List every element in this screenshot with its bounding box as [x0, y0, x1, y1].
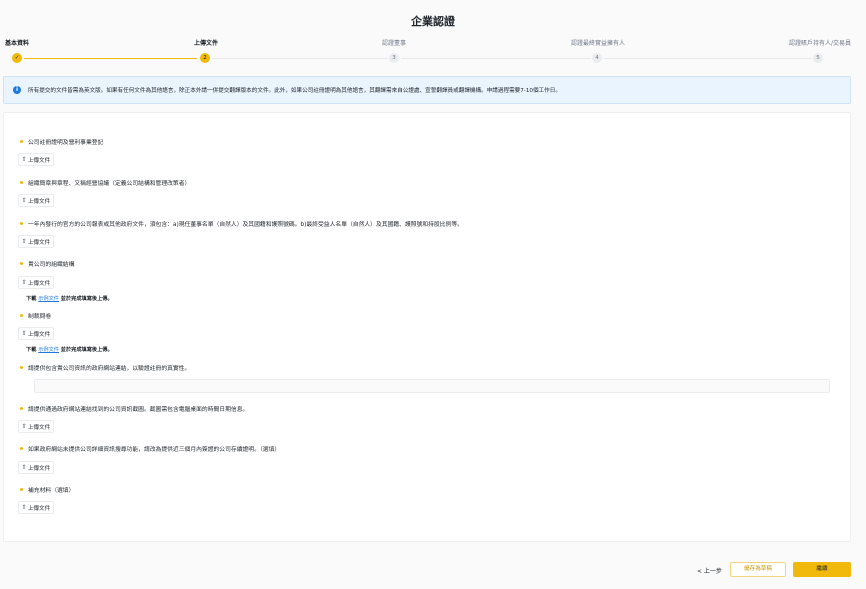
- field-label: 制裁問卷: [28, 314, 52, 320]
- field-label: 一年內發行的官方的公司報表或其他政府文件，須包含：a)現任董事名單（自然人）及其…: [28, 222, 463, 228]
- step-label-verify-ubo: 認證最終實益擁有人: [571, 40, 626, 47]
- field-label: 公司註冊證明及營利事業登記: [28, 140, 104, 146]
- save-draft-button[interactable]: 儲存為草稿: [730, 562, 786, 577]
- step-label-verify-account-holder: 認證賬戶持有人/交易員: [789, 40, 852, 47]
- upload-icon: ⇧: [21, 197, 27, 204]
- upload-button-org-structure[interactable]: ⇧ 上傳文件: [18, 276, 54, 289]
- step-label-basic-info: 基本資料: [5, 40, 30, 47]
- step-label-upload-docs: 上傳文件: [194, 40, 219, 47]
- step-2-marker: 2: [200, 53, 210, 63]
- step-4-marker: 4: [592, 53, 602, 63]
- step-connector-3: [401, 58, 591, 59]
- upload-icon: ⇧: [21, 238, 27, 245]
- upload-icon: ⇧: [21, 156, 27, 163]
- field-official-company-report: 一年內發行的官方的公司報表或其他政府文件，須包含：a)現任董事名單（自然人）及其…: [20, 219, 463, 228]
- field-supplementary-materials: 補充材料（選填）: [20, 485, 74, 494]
- field-org-structure: 貴公司的組織結構: [20, 259, 74, 268]
- upload-form-card: 公司註冊證明及營利事業登記 ⇧ 上傳文件 組織簡章與章程、又稱經營協議（定義公司結…: [3, 112, 851, 542]
- field-certificate-of-good-standing: 如果政府網站未提供公司詳細資訊搜尋功能，請改為提供近三個月內簽證的公司存續證明。…: [20, 444, 280, 453]
- progress-stepper: 基本資料 上傳文件 認證董事 認證最終實益擁有人 認證賬戶持有人/交易員 ✓ 2…: [0, 38, 866, 68]
- field-sanctions-questionnaire: 制裁問卷: [20, 311, 51, 320]
- upload-icon: ⇧: [21, 504, 27, 511]
- download-hint-org-structure: 下載 示例文件 並於完成填寫後上傳。: [26, 296, 113, 302]
- upload-icon: ⇧: [21, 330, 27, 337]
- upload-icon: ⇧: [21, 423, 27, 430]
- field-articles-of-association: 組織簡章與章程、又稱經營協議（定義公司結構和管理改策者）: [20, 178, 190, 187]
- upload-button-articles[interactable]: ⇧ 上傳文件: [18, 194, 54, 207]
- info-icon: i: [13, 86, 21, 94]
- step-3-marker: 3: [389, 53, 399, 63]
- upload-button-supplementary[interactable]: ⇧ 上傳文件: [18, 501, 54, 514]
- notice-text: 所有提交的文件皆需為英文版。如果有任何文件為其他語言，除正本外請一併提交翻譯版本…: [28, 88, 561, 94]
- sample-file-link[interactable]: 示例文件: [38, 347, 59, 353]
- required-bullet: [20, 222, 23, 225]
- required-bullet: [20, 314, 23, 317]
- field-label: 組織簡章與章程、又稱經營協議（定義公司結構和管理改策者）: [28, 181, 191, 187]
- upload-button-sanctions[interactable]: ⇧ 上傳文件: [18, 327, 54, 340]
- continue-button[interactable]: 繼續: [793, 562, 851, 577]
- required-bullet: [20, 181, 23, 184]
- field-company-registration: 公司註冊證明及營利事業登記: [20, 137, 103, 146]
- field-government-website-link: 請提供包含貴公司資訊的政府網站連結，以驗證註冊的真實性。: [20, 363, 190, 372]
- required-bullet: [20, 262, 23, 265]
- step-1-check-icon: ✓: [12, 53, 22, 63]
- download-hint-sanctions: 下載 示例文件 並於完成填寫後上傳。: [26, 347, 113, 353]
- upload-icon: ⇧: [21, 464, 27, 471]
- upload-button-website-screenshot[interactable]: ⇧ 上傳文件: [18, 420, 54, 433]
- upload-button-official-report[interactable]: ⇧ 上傳文件: [18, 235, 54, 248]
- step-5-marker: 5: [813, 53, 823, 63]
- required-bullet: [20, 407, 23, 410]
- required-bullet: [20, 488, 23, 491]
- step-connector-4: [604, 58, 812, 59]
- step-connector-1: [24, 58, 197, 59]
- back-link[interactable]: < 上一步: [697, 566, 722, 575]
- field-label: 如果政府網站未提供公司詳細資訊搜尋功能，請改為提供近三個月內簽證的公司存續證明。…: [28, 447, 281, 453]
- step-connector-2: [212, 58, 388, 59]
- field-website-screenshot: 請提供通過政府網站連結找到的公司資訊截圖。截圖需包含電腦桌面的時間日期信息。: [20, 404, 248, 413]
- upload-icon: ⇧: [21, 279, 27, 286]
- field-label: 請提供通過政府網站連結找到的公司資訊截圖。截圖需包含電腦桌面的時間日期信息。: [28, 407, 249, 413]
- government-website-url-input[interactable]: [34, 379, 830, 393]
- field-label: 貴公司的組織結構: [28, 262, 75, 268]
- upload-button-company-registration[interactable]: ⇧ 上傳文件: [18, 153, 54, 166]
- sample-file-link[interactable]: 示例文件: [38, 296, 59, 302]
- field-label: 補充材料（選填）: [28, 488, 75, 494]
- required-bullet: [20, 447, 23, 450]
- required-bullet: [20, 140, 23, 143]
- step-label-verify-directors: 認證董事: [382, 40, 407, 47]
- required-bullet: [20, 366, 23, 369]
- upload-button-good-standing[interactable]: ⇧ 上傳文件: [18, 461, 54, 474]
- page-title: 企業認證: [411, 15, 455, 28]
- field-label: 請提供包含貴公司資訊的政府網站連結，以驗證註冊的真實性。: [28, 366, 191, 372]
- info-notice: i 所有提交的文件皆需為英文版。如果有任何文件為其他語言，除正本外請一併提交翻譯…: [3, 76, 851, 104]
